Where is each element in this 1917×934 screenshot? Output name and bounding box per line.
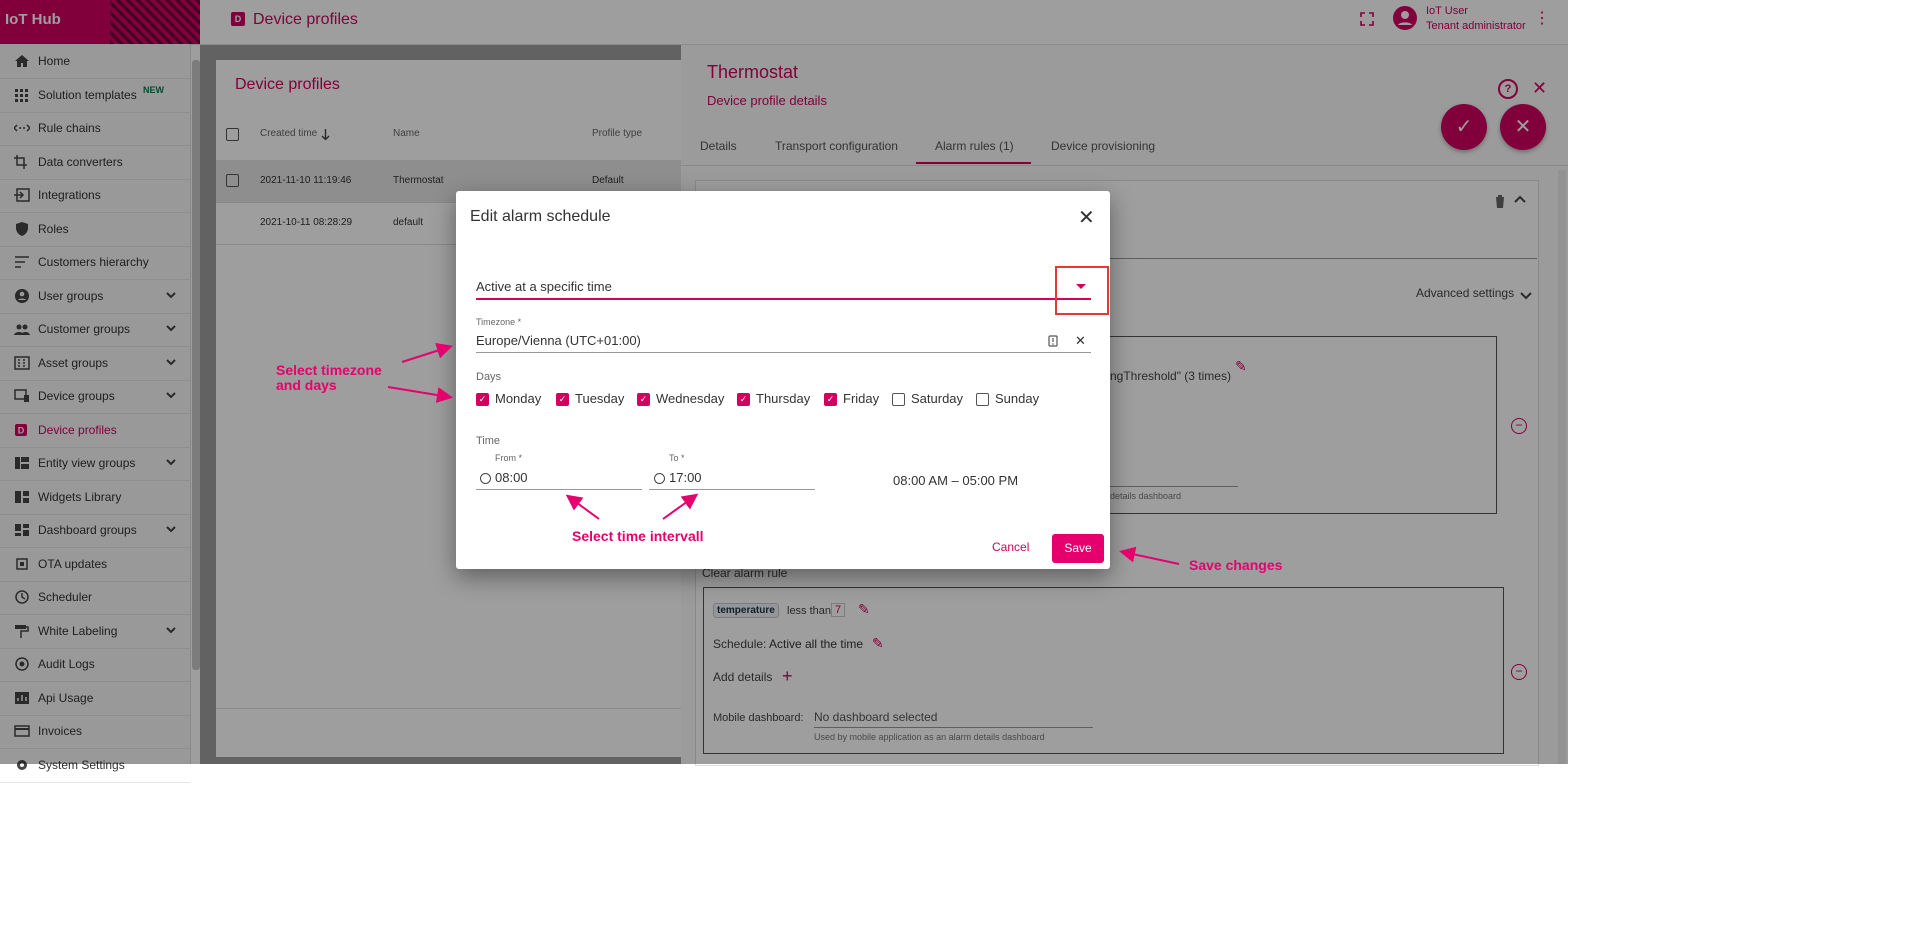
dialog-close-icon[interactable]: ✕ [1078,205,1095,230]
annotation-timezone-days: Select timezone and days [276,362,382,393]
day-checkbox-friday[interactable]: ✓ [824,393,837,406]
cancel-button[interactable]: Cancel [992,540,1029,554]
clear-timezone-icon[interactable]: ✕ [1075,333,1086,349]
from-time-input[interactable]: 08:00 [495,470,528,485]
time-label: Time [476,435,501,447]
dropdown-highlight-box [1055,266,1109,315]
dialog-title: Edit alarm schedule [470,208,611,225]
from-underline [476,489,642,490]
to-time-input[interactable]: 17:00 [669,470,702,485]
timezone-underline [476,352,1091,353]
day-checkbox-tuesday[interactable]: ✓ [556,393,569,406]
timezone-picker-icon[interactable] [1048,335,1058,347]
to-label: To * [669,453,685,463]
day-checkbox-thursday[interactable]: ✓ [737,393,750,406]
edit-alarm-schedule-dialog [456,191,1110,569]
day-label-tuesday[interactable]: Tuesday [575,391,624,406]
day-checkbox-saturday[interactable] [892,393,905,406]
time-range-text: 08:00 AM – 05:00 PM [893,473,1019,488]
annotation-save-changes: Save changes [1189,557,1283,573]
timezone-label: Timezone * [476,317,522,327]
save-button[interactable]: Save [1052,534,1104,563]
day-checkbox-sunday[interactable] [976,393,989,406]
day-label-friday[interactable]: Friday [843,391,879,406]
day-checkbox-monday[interactable]: ✓ [476,393,489,406]
to-underline [649,489,815,490]
day-label-thursday[interactable]: Thursday [756,391,810,406]
clock-icon[interactable] [654,473,665,484]
day-label-wednesday[interactable]: Wednesday [656,391,724,406]
schedule-type-select[interactable]: Active at a specific time [476,279,612,294]
day-label-saturday[interactable]: Saturday [911,391,963,406]
day-label-sunday[interactable]: Sunday [995,391,1039,406]
days-label: Days [476,371,502,383]
from-label: From * [495,453,522,463]
day-checkbox-wednesday[interactable]: ✓ [637,393,650,406]
select-underline [476,298,1091,300]
day-label-monday[interactable]: Monday [495,391,541,406]
clock-icon[interactable] [480,473,491,484]
annotation-time-interval: Select time intervall [572,528,704,544]
timezone-input[interactable]: Europe/Vienna (UTC+01:00) [476,333,641,348]
